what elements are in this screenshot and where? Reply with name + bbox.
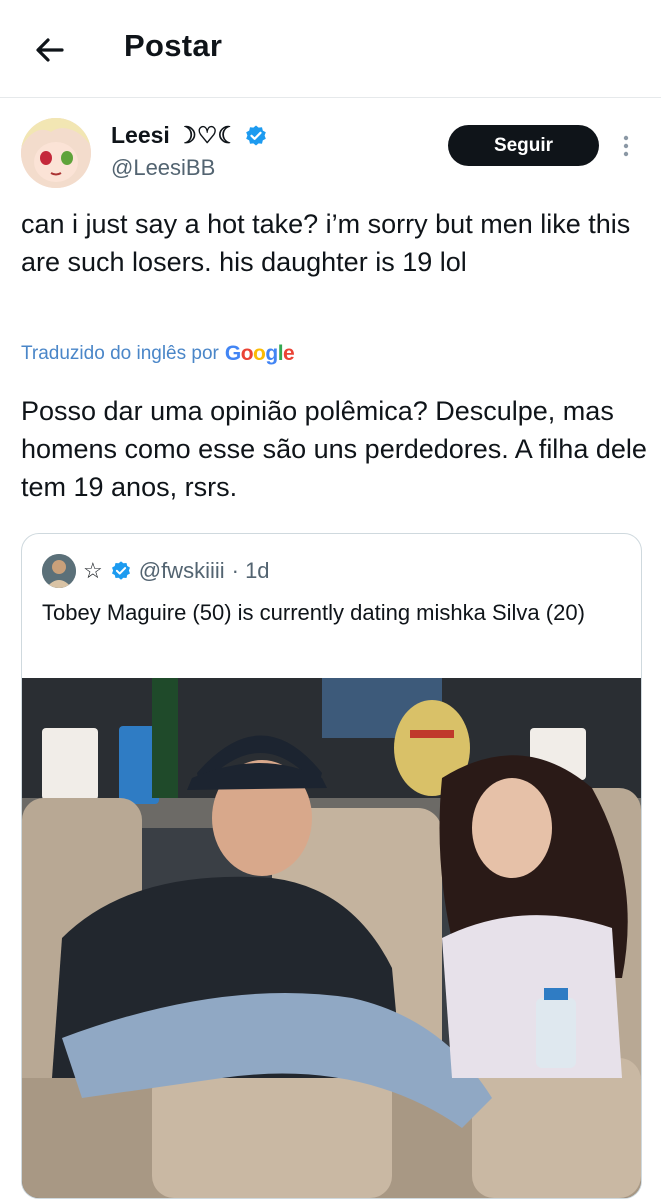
google-logo: Google [224,342,295,365]
verified-badge-icon [246,125,266,145]
translated-text: Posso dar uma opinião polêmica? Desculpe… [21,396,647,502]
page-title: Postar [124,28,223,63]
translated-label: Traduzido do inglês por [21,343,219,364]
quoted-avatar[interactable] [42,554,76,588]
top-bar: Postar [0,0,661,98]
quoted-tweet[interactable]: ☆ @fwskiiii · 1d Tobey Maguire (50) is c… [21,533,642,1199]
follow-button[interactable]: Seguir [448,125,599,166]
quoted-time: · 1d [231,558,270,583]
arrow-left-icon[interactable] [30,30,70,70]
quoted-text: Tobey Maguire (50) is currently dating m… [42,600,585,625]
quoted-handle: @fwskiiii [138,558,225,583]
author-name[interactable]: Leesi ☽♡☾ [111,122,268,149]
quoted-tweet-header: ☆ @fwskiiii · 1d [42,554,270,588]
translation-attribution[interactable]: Traduzido do inglês por Google [21,342,295,366]
avatar[interactable] [21,118,91,188]
tweet-text: can i just say a hot take? i’m sorry but… [21,209,631,277]
quoted-media-photo[interactable] [22,678,641,1198]
verified-badge-icon [111,561,130,580]
more-options-icon[interactable] [616,131,636,161]
author-name-text: Leesi ☽♡☾ [111,122,239,148]
star-icon: ☆ [83,558,103,583]
author-handle[interactable]: @LeesiBB [111,155,215,181]
